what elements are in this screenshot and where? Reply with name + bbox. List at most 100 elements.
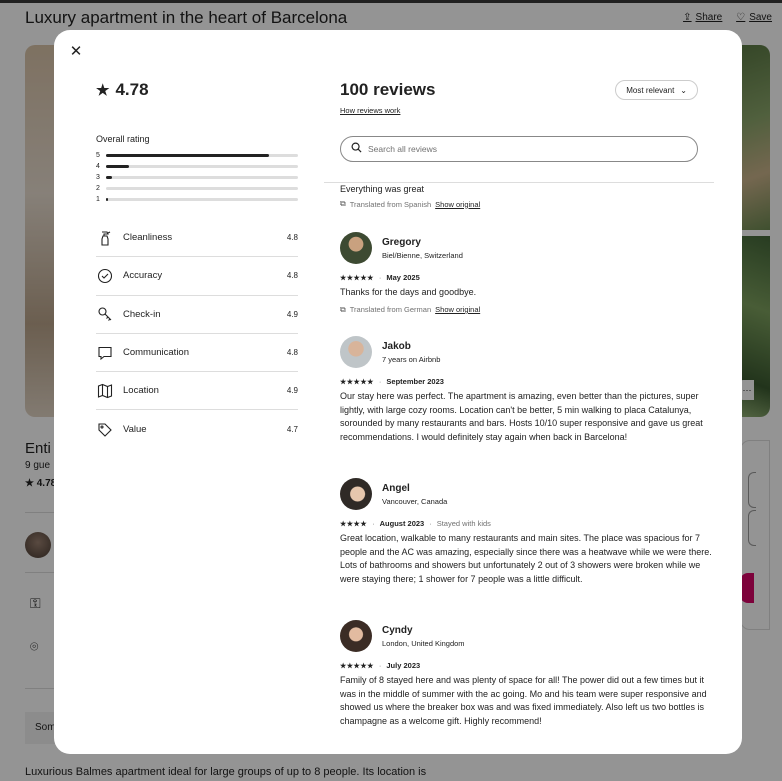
star-icon: ★ bbox=[96, 82, 110, 99]
map-icon bbox=[96, 382, 114, 400]
reviews-list[interactable]: Everything was great ⧉ Translated from S… bbox=[340, 184, 714, 726]
category-check-in: Check-in 4.9 bbox=[96, 296, 298, 334]
search-input[interactable] bbox=[368, 144, 668, 154]
review-header: Jakob 7 years on Airbnb bbox=[340, 336, 714, 368]
separator: · bbox=[378, 273, 382, 282]
category-label: Cleanliness bbox=[123, 232, 173, 244]
review-text: Everything was great bbox=[340, 184, 425, 194]
category-label: Value bbox=[123, 424, 147, 436]
category-value: 4.8 bbox=[286, 271, 298, 281]
category-label: Check-in bbox=[123, 308, 161, 320]
review-header: Cyndy London, United Kingdom bbox=[340, 620, 714, 652]
review-meta: ★★★★★ · July 2023 bbox=[340, 661, 714, 670]
reviewer-location: London, United Kingdom bbox=[382, 638, 465, 648]
category-cleanliness: Cleanliness 4.8 bbox=[96, 219, 298, 258]
rating-bar-label: 2 bbox=[96, 185, 100, 192]
reviewer-tenure: 7 years on Airbnb bbox=[382, 354, 441, 364]
review-date: July 2023 bbox=[386, 661, 421, 670]
avatar[interactable] bbox=[340, 232, 372, 264]
stay-type: Stayed with kids bbox=[436, 519, 491, 528]
reviewer-name: Cyndy bbox=[382, 624, 413, 636]
avatar[interactable] bbox=[340, 620, 372, 652]
close-button[interactable]: ✕ bbox=[68, 44, 84, 60]
rating-bar-track bbox=[106, 187, 298, 190]
star-rating: ★★★★★ bbox=[340, 274, 374, 282]
reviews-header: 100 reviews How reviews work Most releva… bbox=[324, 80, 714, 183]
rating-bar-row: 5 bbox=[96, 150, 298, 161]
rating-bar-row: 3 bbox=[96, 172, 298, 183]
review-text: Great location, walkable to many restaur… bbox=[340, 533, 712, 584]
separator: · bbox=[378, 377, 382, 386]
reviewer-location: Biel/Bienne, Switzerland bbox=[382, 250, 463, 260]
search-icon bbox=[351, 140, 362, 158]
review-item: Cyndy London, United Kingdom ★★★★★ · Jul… bbox=[340, 620, 714, 728]
rating-bar-track bbox=[106, 198, 298, 201]
separator: · bbox=[372, 519, 375, 528]
rating-bar-fill bbox=[106, 176, 112, 179]
translation-note: ⧉ Translated from Spanish Show original bbox=[340, 199, 714, 209]
rating-distribution: 5 4 3 2 1 bbox=[96, 150, 298, 205]
rating-bar-track bbox=[106, 154, 298, 157]
show-original-link[interactable]: Show original bbox=[435, 305, 480, 314]
translate-icon: ⧉ bbox=[340, 304, 346, 314]
translated-label: Translated from German bbox=[349, 305, 432, 314]
sort-dropdown[interactable]: Most relevant ⌄ bbox=[615, 80, 698, 100]
reviewer-name: Angel bbox=[382, 482, 410, 494]
rating-bar-fill bbox=[106, 154, 270, 157]
category-communication: Communication 4.8 bbox=[96, 334, 298, 373]
how-reviews-work-link[interactable]: How reviews work bbox=[340, 106, 400, 115]
category-value: 4.8 bbox=[286, 233, 298, 243]
tag-icon bbox=[96, 421, 114, 439]
star-rating: ★★★★★ bbox=[340, 378, 374, 386]
review-header: Gregory Biel/Bienne, Switzerland bbox=[340, 232, 714, 264]
key-icon bbox=[96, 305, 114, 323]
review-date: May 2025 bbox=[386, 273, 420, 282]
sort-label: Most relevant bbox=[626, 85, 675, 95]
translated-label: Translated from Spanish bbox=[349, 199, 432, 209]
search-reviews-box[interactable] bbox=[340, 136, 698, 162]
separator: · bbox=[429, 519, 432, 528]
chat-bubble-icon bbox=[96, 344, 114, 362]
rating-bar-row: 2 bbox=[96, 183, 298, 194]
review-header: Angel Vancouver, Canada bbox=[340, 478, 714, 510]
category-accuracy: Accuracy 4.8 bbox=[96, 257, 298, 296]
rating-bar-label: 3 bbox=[96, 174, 100, 181]
review-meta: ★★★★★ · September 2023 bbox=[340, 377, 714, 386]
review-text: Family of 8 stayed here and was plenty o… bbox=[340, 675, 707, 726]
rating-bar-row: 4 bbox=[96, 161, 298, 172]
category-value: 4.7 bbox=[286, 425, 298, 435]
reviewer-name: Jakob bbox=[382, 340, 411, 352]
category-value: 4.9 bbox=[286, 309, 298, 319]
review-item: Gregory Biel/Bienne, Switzerland ★★★★★ ·… bbox=[340, 232, 714, 315]
category-label: Communication bbox=[123, 347, 189, 359]
avatar[interactable] bbox=[340, 478, 372, 510]
review-item: Jakob 7 years on Airbnb ★★★★★ · Septembe… bbox=[340, 336, 714, 444]
rating-bar-label: 5 bbox=[96, 152, 100, 159]
rating-bar-label: 1 bbox=[96, 196, 100, 203]
rating-summary: ★ 4.78 Overall rating 5 4 3 2 1 Cleanliness … bbox=[96, 80, 298, 449]
translate-icon: ⧉ bbox=[340, 199, 346, 208]
avatar[interactable] bbox=[340, 336, 372, 368]
overall-rating-label: Overall rating bbox=[96, 134, 150, 144]
category-value: 4.9 bbox=[286, 386, 298, 396]
divider bbox=[324, 182, 714, 183]
rating-bar-fill bbox=[106, 165, 130, 168]
reviewer-name: Gregory bbox=[382, 236, 421, 248]
separator: · bbox=[378, 661, 382, 670]
spray-bottle-icon bbox=[96, 229, 114, 247]
overall-rating-value: 4.78 bbox=[115, 80, 149, 99]
chevron-down-icon: ⌄ bbox=[680, 85, 687, 95]
rating-bar-fill bbox=[106, 198, 108, 201]
check-circle-icon bbox=[96, 267, 114, 285]
category-ratings: Cleanliness 4.8 Accuracy 4.8 Check-in 4.… bbox=[96, 219, 298, 449]
overall-rating: ★ 4.78 bbox=[96, 80, 298, 100]
category-value: Value 4.7 bbox=[96, 410, 298, 448]
category-location: Location 4.9 bbox=[96, 372, 298, 411]
show-original-link[interactable]: Show original bbox=[435, 200, 480, 209]
rating-bar-row: 1 bbox=[96, 194, 298, 205]
review-date: September 2023 bbox=[386, 377, 444, 386]
reviews-modal: ✕ ★ 4.78 Overall rating 5 4 3 2 1 Cleanlines… bbox=[54, 30, 742, 754]
review-text: Our stay here was perfect. The apartment… bbox=[340, 391, 703, 442]
review-meta: ★★★★★ · May 2025 bbox=[340, 273, 714, 282]
rating-bar-track bbox=[106, 176, 298, 179]
